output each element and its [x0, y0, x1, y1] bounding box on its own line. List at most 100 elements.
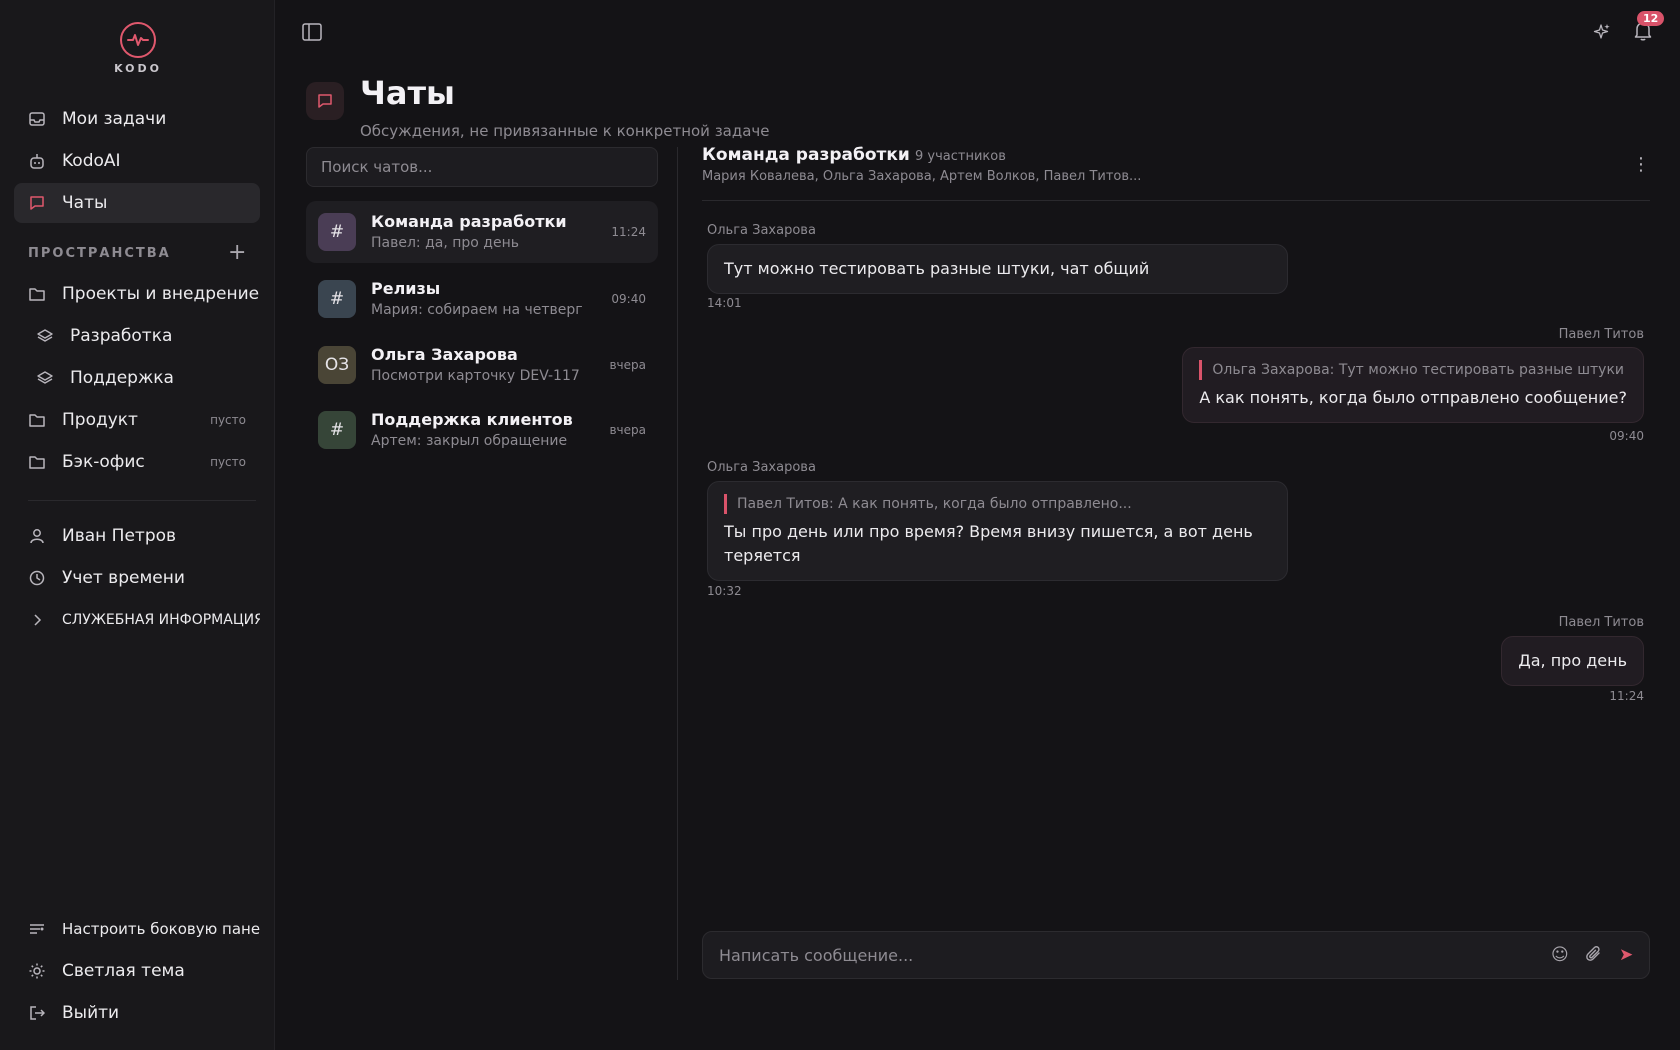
- space-support[interactable]: Поддержка: [14, 358, 260, 398]
- space-backoffice[interactable]: Бэк-офис пусто: [14, 442, 260, 482]
- bot-icon: [28, 152, 46, 170]
- message-bubble: Тут можно тестировать разные штуки, чат …: [707, 244, 1288, 294]
- sidebar-toggle-icon[interactable]: [302, 23, 322, 41]
- message-bubble: Павел Титов: А как понять, когда было от…: [707, 481, 1288, 581]
- chat-avatar: #: [318, 411, 356, 449]
- message-time: 09:40: [1609, 429, 1644, 443]
- space-projects[interactable]: Проекты и внедрение: [14, 274, 260, 314]
- message-time: 14:01: [707, 296, 742, 310]
- message-text: Тут можно тестировать разные штуки, чат …: [724, 259, 1150, 278]
- add-space-button[interactable]: +: [228, 240, 246, 265]
- chat-preview: Мария: собираем на четверг: [371, 302, 583, 318]
- conversation-title: Команда разработки: [702, 145, 910, 165]
- folder-icon: [28, 453, 46, 471]
- nav-profile[interactable]: Иван Петров: [14, 516, 260, 556]
- chat-search-input[interactable]: [306, 147, 658, 187]
- message-quote[interactable]: Ольга Захарова: Тут можно тестировать ра…: [1199, 360, 1627, 380]
- space-label: Поддержка: [70, 368, 174, 388]
- chat-time: вчера: [609, 423, 646, 437]
- message-text: Да, про день: [1518, 651, 1627, 670]
- notification-badge: 12: [1637, 11, 1665, 26]
- message-time: 11:24: [1609, 689, 1644, 703]
- message-author: Ольга Захарова: [707, 223, 816, 238]
- space-label: Бэк-офис: [62, 452, 145, 472]
- layers-icon: [36, 369, 54, 387]
- logo[interactable]: KODO: [110, 22, 166, 75]
- sliders-icon: [28, 920, 46, 938]
- chat-preview: Павел: да, про день: [371, 235, 519, 251]
- message-input[interactable]: [719, 932, 1519, 978]
- chat-preview: Артем: закрыл обращение: [371, 433, 568, 449]
- clock-icon: [28, 569, 46, 587]
- nav-label: Выйти: [62, 1003, 120, 1023]
- conversation-divider: [702, 200, 1650, 201]
- sidebar: KODO Мои задачи KodoAI Чаты ПРОСТРАНСТВА…: [0, 0, 275, 1050]
- send-icon[interactable]: ➤: [1619, 945, 1633, 965]
- chat-avatar: #: [318, 280, 356, 318]
- chat-item-dev-team[interactable]: # Команда разработки Павел: да, про день…: [306, 201, 658, 263]
- user-name: Иван Петров: [62, 526, 177, 546]
- folder-icon: [28, 411, 46, 429]
- chat-time: 11:24: [611, 225, 646, 239]
- chat-name: Поддержка клиентов: [371, 410, 573, 429]
- chat-avatar: #: [318, 213, 356, 251]
- emoji-icon[interactable]: ☺: [1551, 945, 1569, 965]
- chat-time: 09:40: [611, 292, 646, 306]
- layers-icon: [36, 327, 54, 345]
- nav-label: Учет времени: [62, 568, 185, 588]
- page-title: Чаты: [360, 74, 455, 112]
- nav-label: Светлая тема: [62, 961, 185, 981]
- nav-label: СЛУЖЕБНАЯ ИНФОРМАЦИЯ: [62, 612, 260, 628]
- paperclip-icon[interactable]: [1585, 945, 1603, 968]
- nav-chats[interactable]: Чаты: [14, 183, 260, 223]
- message-text: Ты про день или про время? Время внизу п…: [724, 522, 1253, 565]
- message-author: Ольга Захарова: [707, 460, 816, 475]
- chat-item-releases[interactable]: # Релизы Мария: собираем на четверг 09:4…: [306, 268, 658, 330]
- nav-label: Мои задачи: [62, 109, 167, 129]
- empty-badge: пусто: [210, 455, 246, 469]
- nav-light-theme[interactable]: Светлая тема: [14, 951, 260, 991]
- chat-icon: [306, 82, 344, 120]
- sparkles-icon[interactable]: [1593, 23, 1611, 45]
- space-development[interactable]: Разработка: [14, 316, 260, 356]
- members-list: Мария Ковалева, Ольга Захарова, Артем Во…: [702, 169, 1142, 184]
- page-subtitle: Обсуждения, не привязанные к конкретной …: [360, 122, 770, 140]
- message-composer: ☺ ➤: [702, 931, 1650, 979]
- chat-icon: [28, 194, 46, 212]
- space-label: Разработка: [70, 326, 173, 346]
- chat-name: Команда разработки: [371, 212, 567, 231]
- spaces-title: ПРОСТРАНСТВА: [28, 246, 171, 261]
- message-time: 10:32: [707, 584, 742, 598]
- message-bubble: Ольга Захарова: Тут можно тестировать ра…: [1182, 347, 1644, 423]
- sidebar-divider: [28, 500, 256, 501]
- nav-label: KodoAI: [62, 151, 121, 171]
- chevron-right-icon: [28, 611, 46, 629]
- space-label: Продукт: [62, 410, 138, 430]
- message-text: А как понять, когда было отправлено сооб…: [1199, 388, 1627, 407]
- chat-avatar: ОЗ: [318, 346, 356, 384]
- chat-preview: Посмотри карточку DEV-117: [371, 368, 580, 384]
- chat-item-olga[interactable]: ОЗ Ольга Захарова Посмотри карточку DEV-…: [306, 334, 658, 396]
- nav-kodoai[interactable]: KodoAI: [14, 141, 260, 181]
- message-quote[interactable]: Павел Титов: А как понять, когда было от…: [724, 494, 1271, 514]
- pulse-icon: [120, 22, 156, 58]
- logo-text: KODO: [114, 62, 162, 75]
- sun-icon: [28, 962, 46, 980]
- inbox-icon: [28, 110, 46, 128]
- nav-time-tracking[interactable]: Учет времени: [14, 558, 260, 598]
- more-vertical-icon[interactable]: ⋮: [1632, 154, 1650, 175]
- chat-name: Ольга Захарова: [371, 345, 518, 364]
- nav-service-info[interactable]: СЛУЖЕБНАЯ ИНФОРМАЦИЯ: [14, 600, 260, 640]
- nav-my-tasks[interactable]: Мои задачи: [14, 99, 260, 139]
- nav-customize-sidebar[interactable]: Настроить боковую панель: [14, 909, 260, 949]
- folder-icon: [28, 285, 46, 303]
- space-label: Проекты и внедрение: [62, 284, 260, 304]
- space-product[interactable]: Продукт пусто: [14, 400, 260, 440]
- chat-item-support[interactable]: # Поддержка клиентов Артем: закрыл обращ…: [306, 399, 658, 461]
- nav-logout[interactable]: Выйти: [14, 993, 260, 1033]
- members-count: 9 участников: [915, 149, 1006, 164]
- empty-badge: пусто: [210, 413, 246, 427]
- message-bubble: Да, про день: [1501, 636, 1644, 686]
- chat-name: Релизы: [371, 279, 441, 298]
- chat-time: вчера: [609, 358, 646, 372]
